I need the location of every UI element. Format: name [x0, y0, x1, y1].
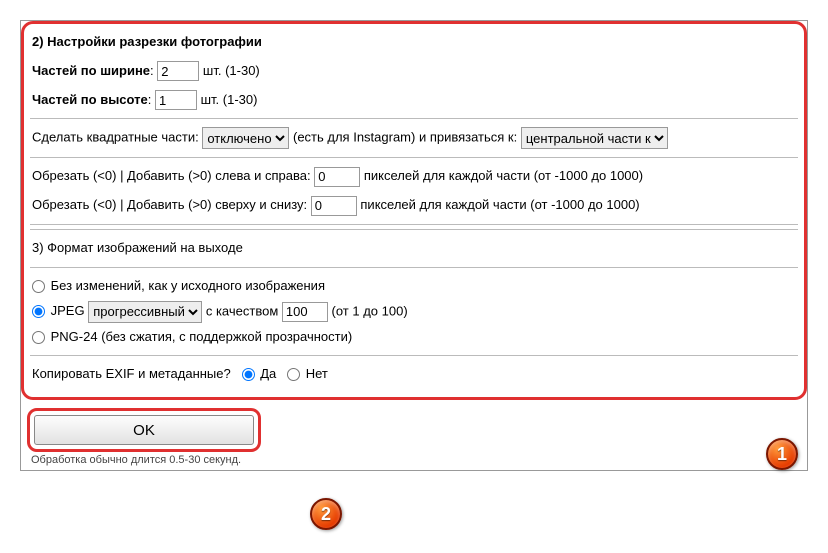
- height-input[interactable]: [155, 90, 197, 110]
- square-after: (есть для Instagram) и привязаться к:: [293, 130, 517, 145]
- format-opt2-label[interactable]: JPEG: [32, 303, 88, 318]
- height-unit: шт. (1-30): [201, 92, 258, 107]
- format-radio-nochange[interactable]: [32, 280, 45, 293]
- exif-label: Копировать EXIF и метаданные?: [32, 366, 231, 381]
- format-opt1-row: Без изменений, как у исходного изображен…: [30, 272, 798, 301]
- ok-highlight: OK: [27, 408, 261, 452]
- height-label: Частей по высоте: [32, 92, 148, 107]
- divider: [30, 355, 798, 356]
- square-row: Сделать квадратные части: отключено (ест…: [30, 123, 798, 153]
- format-opt1-text: Без изменений, как у исходного изображен…: [51, 278, 325, 293]
- annotation-badge-2: 2: [310, 498, 342, 530]
- section3-title: 3) Формат изображений на выходе: [30, 234, 798, 263]
- crop-tb-input[interactable]: [311, 196, 357, 216]
- format-opt2-mid: с качеством: [206, 303, 278, 318]
- format-radio-jpeg[interactable]: [32, 305, 45, 318]
- crop-lr-input[interactable]: [314, 167, 360, 187]
- crop-lr-label: Обрезать (<0) | Добавить (>0) слева и сп…: [32, 168, 311, 183]
- format-opt2-prefix: JPEG: [51, 303, 85, 318]
- width-unit: шт. (1-30): [203, 63, 260, 78]
- exif-radio-yes[interactable]: [242, 368, 255, 381]
- processing-hint: Обработка обычно длится 0.5-30 секунд.: [27, 454, 801, 466]
- divider: [30, 224, 798, 225]
- format-opt3-label[interactable]: PNG-24 (без сжатия, с поддержкой прозрач…: [32, 329, 352, 344]
- crop-tb-row: Обрезать (<0) | Добавить (>0) сверху и с…: [30, 191, 798, 220]
- crop-lr-row: Обрезать (<0) | Добавить (>0) слева и сп…: [30, 162, 798, 191]
- jpeg-type-select[interactable]: прогрессивный: [88, 301, 202, 323]
- submit-area: OK Обработка обычно длится 0.5-30 секунд…: [21, 400, 807, 470]
- settings-panel: 2) Настройки разрезки фотографии Частей …: [20, 20, 808, 471]
- width-label: Частей по ширине: [32, 63, 150, 78]
- settings-highlight: 2) Настройки разрезки фотографии Частей …: [21, 21, 807, 400]
- ok-button[interactable]: OK: [34, 415, 254, 445]
- crop-tb-label: Обрезать (<0) | Добавить (>0) сверху и с…: [32, 197, 307, 212]
- jpeg-quality-input[interactable]: [282, 302, 328, 322]
- format-opt2-after: (от 1 до 100): [332, 303, 408, 318]
- exif-radio-no[interactable]: [287, 368, 300, 381]
- divider: [30, 267, 798, 268]
- exif-yes-text: Да: [260, 366, 276, 381]
- format-radio-png[interactable]: [32, 331, 45, 344]
- exif-no-label[interactable]: Нет: [287, 366, 328, 381]
- annotation-badge-1: 1: [766, 438, 798, 470]
- format-opt1-label[interactable]: Без изменений, как у исходного изображен…: [32, 278, 325, 293]
- anchor-select[interactable]: центральной части к: [521, 127, 668, 149]
- square-select[interactable]: отключено: [202, 127, 289, 149]
- height-row: Частей по высоте: шт. (1-30): [30, 86, 798, 115]
- crop-tb-after: пикселей для каждой части (от -1000 до 1…: [360, 197, 639, 212]
- exif-yes-label[interactable]: Да: [242, 366, 280, 381]
- format-opt2-row: JPEG прогрессивный с качеством (от 1 до …: [30, 301, 798, 323]
- section2-title: 2) Настройки разрезки фотографии: [30, 28, 798, 57]
- divider: [30, 229, 798, 230]
- width-row: Частей по ширине: шт. (1-30): [30, 57, 798, 86]
- width-input[interactable]: [157, 61, 199, 81]
- divider: [30, 157, 798, 158]
- divider: [30, 118, 798, 119]
- square-label: Сделать квадратные части:: [32, 130, 199, 145]
- exif-no-text: Нет: [306, 366, 328, 381]
- crop-lr-after: пикселей для каждой части (от -1000 до 1…: [364, 168, 643, 183]
- format-opt3-row: PNG-24 (без сжатия, с поддержкой прозрач…: [30, 323, 798, 352]
- exif-row: Копировать EXIF и метаданные? Да Нет: [30, 360, 798, 389]
- format-opt3-text: PNG-24 (без сжатия, с поддержкой прозрач…: [51, 329, 353, 344]
